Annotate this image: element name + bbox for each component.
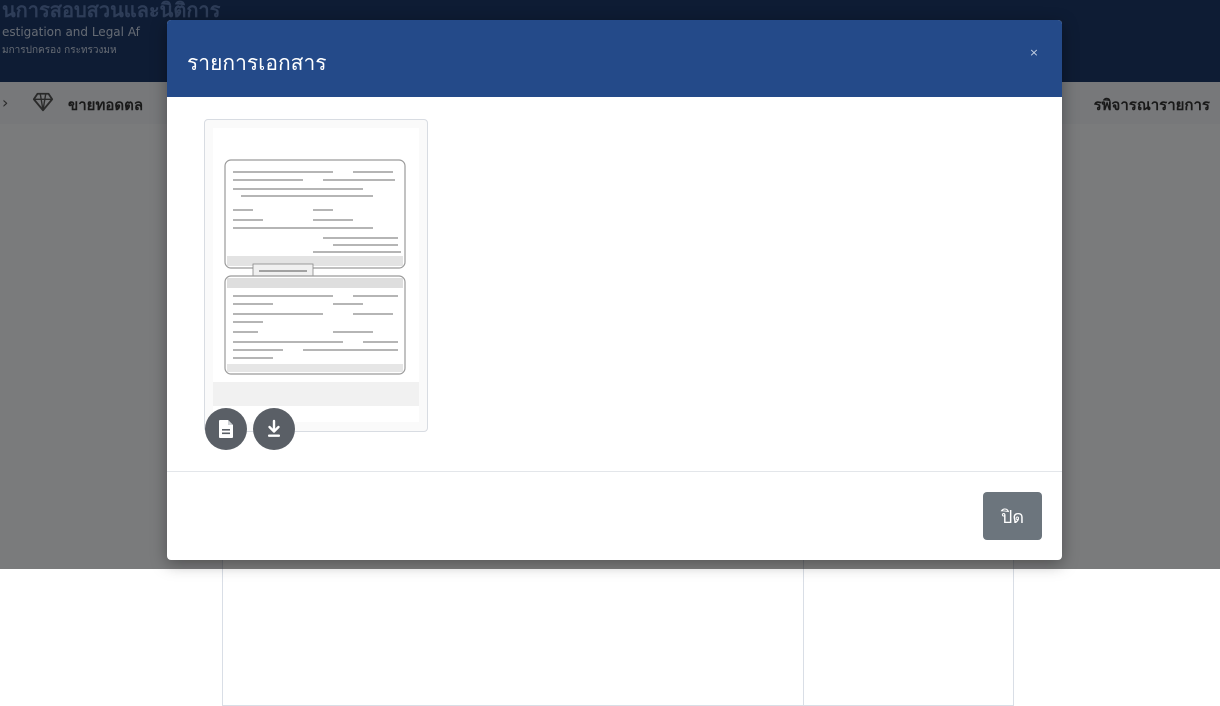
document-thumbnail[interactable] xyxy=(213,128,419,422)
document-card[interactable] xyxy=(204,119,428,432)
file-icon xyxy=(219,420,233,438)
view-document-button[interactable] xyxy=(205,408,247,450)
close-button[interactable]: ปิด xyxy=(983,492,1042,540)
download-icon xyxy=(268,419,280,437)
document-list-modal: รายการเอกสาร × ปิด xyxy=(167,20,1062,560)
modal-header: รายการเอกสาร × xyxy=(167,20,1062,97)
modal-title: รายการเอกสาร xyxy=(187,51,327,75)
close-icon[interactable]: × xyxy=(1026,45,1042,61)
modal-footer-divider xyxy=(167,471,1062,472)
modal-body xyxy=(167,97,1062,471)
download-document-button[interactable] xyxy=(253,408,295,450)
